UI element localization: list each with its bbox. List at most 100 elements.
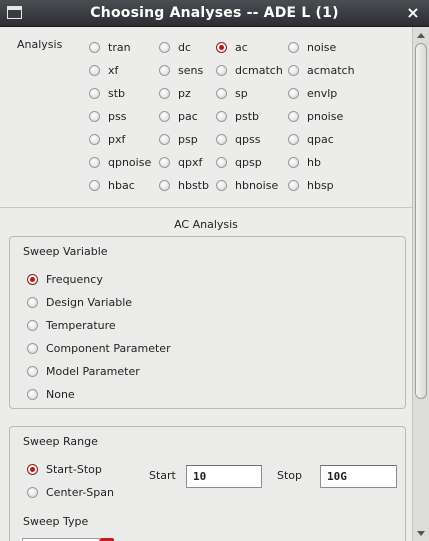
radio-unselected-icon[interactable] [288, 156, 299, 168]
analysis-panel: Analysis tran xf stb pss pxf qpnoise hbac dc sen… [0, 27, 412, 208]
radio-unselected-icon[interactable] [288, 133, 299, 145]
radio-unselected-icon[interactable] [288, 41, 299, 53]
analysis-radio-noise[interactable]: noise [288, 39, 336, 55]
analysis-radio-stb[interactable]: stb [89, 85, 125, 101]
analysis-radio-pz[interactable]: pz [159, 85, 191, 101]
analysis-radio-sens[interactable]: sens [159, 62, 203, 78]
radio-unselected-icon[interactable] [89, 110, 100, 122]
radio-unselected-icon[interactable] [27, 365, 38, 377]
scroll-up-arrow-icon[interactable] [417, 33, 425, 38]
radio-unselected-icon[interactable] [288, 110, 299, 122]
radio-unselected-icon[interactable] [89, 87, 100, 99]
analysis-radio-pac[interactable]: pac [159, 108, 198, 124]
radio-unselected-icon[interactable] [216, 87, 227, 99]
analysis-radio-pss[interactable]: pss [89, 108, 126, 124]
analysis-radio-qpac[interactable]: qpac [288, 131, 334, 147]
radio-unselected-icon[interactable] [27, 388, 38, 400]
radio-unselected-icon[interactable] [159, 41, 170, 53]
radio-selected-icon[interactable] [27, 273, 38, 285]
radio-unselected-icon[interactable] [159, 133, 170, 145]
radio-unselected-icon[interactable] [89, 133, 100, 145]
analysis-option-label: qpsp [235, 155, 262, 169]
sweep-range-radio-center-span[interactable]: Center-Span [27, 484, 114, 500]
sweep-range-radio-start-stop[interactable]: Start-Stop [27, 461, 102, 477]
analysis-option-label: sp [235, 86, 248, 100]
sweep-variable-radio-none[interactable]: None [27, 386, 75, 402]
radio-unselected-icon[interactable] [216, 133, 227, 145]
radio-unselected-icon[interactable] [159, 64, 170, 76]
start-label: Start [149, 469, 176, 482]
radio-unselected-icon[interactable] [27, 296, 38, 308]
analysis-option-label: psp [178, 132, 198, 146]
analysis-radio-xf[interactable]: xf [89, 62, 118, 78]
analysis-radio-ac[interactable]: ac [216, 39, 248, 55]
radio-unselected-icon[interactable] [159, 179, 170, 191]
vertical-scrollbar[interactable] [412, 27, 429, 541]
sweep-variable-radio-component-parameter[interactable]: Component Parameter [27, 340, 171, 356]
analysis-radio-pstb[interactable]: pstb [216, 108, 259, 124]
radio-selected-icon[interactable] [216, 41, 227, 53]
analysis-radio-dcmatch[interactable]: dcmatch [216, 62, 283, 78]
analysis-radio-tran[interactable]: tran [89, 39, 131, 55]
radio-unselected-icon[interactable] [27, 319, 38, 331]
analysis-radio-hbstb[interactable]: hbstb [159, 177, 209, 193]
analysis-option-label: hbstb [178, 178, 209, 192]
sweep-variable-radio-design-variable[interactable]: Design Variable [27, 294, 132, 310]
analysis-radio-psp[interactable]: psp [159, 131, 198, 147]
analysis-option-label: acmatch [307, 63, 355, 77]
analysis-option-label: pss [108, 109, 127, 123]
radio-unselected-icon[interactable] [89, 41, 100, 53]
analysis-radio-hb[interactable]: hb [288, 154, 321, 170]
analysis-option-label: pnoise [307, 109, 344, 123]
analysis-radio-dc[interactable]: dc [159, 39, 191, 55]
radio-unselected-icon[interactable] [216, 179, 227, 191]
radio-selected-icon[interactable] [27, 463, 38, 475]
sweep-range-title: Sweep Range [23, 435, 98, 448]
analysis-radio-envlp[interactable]: envlp [288, 85, 337, 101]
scrollbar-thumb[interactable] [415, 43, 427, 399]
sweep-variable-radio-model-parameter[interactable]: Model Parameter [27, 363, 140, 379]
analysis-option-label: hbnoise [235, 178, 279, 192]
radio-unselected-icon[interactable] [288, 87, 299, 99]
analysis-option-label: xf [108, 63, 119, 77]
analysis-radio-hbac[interactable]: hbac [89, 177, 135, 193]
stop-label: Stop [277, 469, 303, 482]
analysis-radio-pnoise[interactable]: pnoise [288, 108, 343, 124]
radio-unselected-icon[interactable] [216, 64, 227, 76]
analysis-radio-pxf[interactable]: pxf [89, 131, 125, 147]
stop-input[interactable]: 10G [320, 465, 397, 488]
radio-unselected-icon[interactable] [216, 156, 227, 168]
analysis-option-label: stb [108, 86, 126, 100]
title-bar[interactable]: Choosing Analyses -- ADE L (1) × [0, 0, 429, 27]
analysis-option-label: pstb [235, 109, 260, 123]
radio-unselected-icon[interactable] [216, 110, 227, 122]
sweep-variable-radio-temperature[interactable]: Temperature [27, 317, 116, 333]
analysis-radio-qpxf[interactable]: qpxf [159, 154, 202, 170]
analysis-option-label: envlp [307, 86, 338, 100]
radio-unselected-icon[interactable] [288, 64, 299, 76]
start-input[interactable]: 10 [186, 465, 262, 488]
radio-unselected-icon[interactable] [159, 156, 170, 168]
sweep-variable-option-label: None [46, 387, 75, 401]
radio-unselected-icon[interactable] [89, 156, 100, 168]
radio-unselected-icon[interactable] [159, 87, 170, 99]
scroll-down-arrow-icon[interactable] [417, 531, 425, 536]
window-title: Choosing Analyses -- ADE L (1) [90, 5, 339, 21]
radio-unselected-icon[interactable] [89, 64, 100, 76]
radio-unselected-icon[interactable] [27, 486, 38, 498]
analysis-radio-qpnoise[interactable]: qpnoise [89, 154, 151, 170]
analysis-radio-qpss[interactable]: qpss [216, 131, 260, 147]
close-button[interactable]: × [405, 3, 421, 23]
radio-unselected-icon[interactable] [159, 110, 170, 122]
radio-unselected-icon[interactable] [89, 179, 100, 191]
sweep-variable-radio-frequency[interactable]: Frequency [27, 271, 103, 287]
analysis-radio-qpsp[interactable]: qpsp [216, 154, 262, 170]
analysis-radio-hbsp[interactable]: hbsp [288, 177, 334, 193]
dialog-content: Analysis tran xf stb pss pxf qpnoise hbac dc sen… [0, 27, 412, 541]
analysis-radio-sp[interactable]: sp [216, 85, 248, 101]
analysis-radio-acmatch[interactable]: acmatch [288, 62, 355, 78]
analysis-radio-hbnoise[interactable]: hbnoise [216, 177, 278, 193]
radio-unselected-icon[interactable] [27, 342, 38, 354]
radio-unselected-icon[interactable] [288, 179, 299, 191]
sweep-range-option-label: Start-Stop [46, 462, 102, 476]
